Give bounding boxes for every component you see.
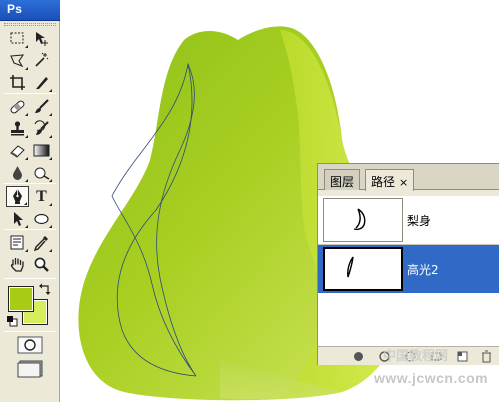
blur-tool[interactable] xyxy=(6,162,29,183)
swap-colors-icon[interactable] xyxy=(38,282,52,296)
hand-tool[interactable] xyxy=(6,254,29,275)
tab-paths[interactable]: 路径 × xyxy=(365,169,415,191)
path-item-pear-body[interactable]: 梨身 xyxy=(318,196,499,244)
notes-tool[interactable] xyxy=(6,232,29,253)
move-tool[interactable] xyxy=(30,28,53,49)
fill-path-icon[interactable] xyxy=(352,350,365,363)
magic-wand-tool[interactable] xyxy=(30,50,53,71)
path-thumbnail xyxy=(323,198,403,242)
path-name-highlight-2: 高光2 xyxy=(407,263,439,277)
gradient-tool-icon xyxy=(33,144,50,157)
eyedropper-tool-icon xyxy=(33,236,48,251)
eyedropper-tool[interactable] xyxy=(30,232,53,253)
toolbox: Ps T xyxy=(0,0,60,402)
magic-wand-tool-icon xyxy=(35,52,49,67)
eraser-tool[interactable] xyxy=(6,140,29,161)
slice-tool[interactable] xyxy=(30,72,53,93)
default-colors-icon[interactable] xyxy=(6,315,18,327)
tab-layers-label: 图层 xyxy=(330,175,355,189)
history-brush-tool[interactable] xyxy=(30,118,53,139)
path-item-highlight-2[interactable]: 高光2 xyxy=(318,245,499,293)
foreground-color-swatch[interactable] xyxy=(8,286,34,312)
clone-stamp-tool[interactable] xyxy=(6,118,29,139)
photoshop-logo[interactable]: Ps xyxy=(0,0,60,21)
shape-tool-icon xyxy=(34,213,49,225)
zoom-tool[interactable] xyxy=(30,254,53,275)
marquee-tool[interactable] xyxy=(6,28,29,49)
path-thumbnail xyxy=(323,247,403,291)
panel-tab-bar: 图层 路径 × xyxy=(318,164,499,191)
brush-tool-icon xyxy=(35,99,49,113)
pen-tool[interactable] xyxy=(6,186,29,207)
move-tool-icon xyxy=(36,32,48,46)
shape-tool[interactable] xyxy=(30,208,53,229)
dodge-tool-icon xyxy=(34,167,50,180)
path-selection-tool[interactable] xyxy=(6,208,29,229)
notes-tool-icon xyxy=(10,235,24,250)
brush-tool[interactable] xyxy=(30,96,53,117)
healing-brush-tool-icon xyxy=(10,100,25,114)
paths-panel: 图层 路径 × 梨身 高光2 xyxy=(317,163,499,365)
slice-tool-icon xyxy=(36,77,48,89)
watermark-text: www.jcwcn.com xyxy=(374,370,489,386)
eraser-tool-icon xyxy=(10,145,25,158)
hand-tool-icon xyxy=(10,257,24,272)
path-list: 梨身 高光2 xyxy=(318,196,499,346)
blur-tool-icon xyxy=(13,166,22,180)
gradient-tool[interactable] xyxy=(30,140,53,161)
path-selection-tool-icon xyxy=(14,212,23,226)
color-swatches xyxy=(0,282,60,330)
clone-stamp-tool-icon xyxy=(11,121,24,136)
path-name-pear-body: 梨身 xyxy=(407,214,432,228)
dodge-tool[interactable] xyxy=(30,162,53,183)
lasso-tool-icon xyxy=(10,54,25,68)
quick-mask-icon[interactable] xyxy=(17,336,43,354)
healing-brush-tool[interactable] xyxy=(6,96,29,117)
type-tool[interactable]: T xyxy=(30,186,53,207)
tab-paths-label: 路径 xyxy=(371,175,396,189)
type-tool-icon: T xyxy=(36,187,47,205)
watermark-logo: 中国教程网 xyxy=(383,349,449,364)
history-brush-tool-icon xyxy=(34,120,49,135)
crop-tool-icon xyxy=(10,75,25,90)
lasso-tool[interactable] xyxy=(6,50,29,71)
screen-mode-icon[interactable] xyxy=(17,360,43,378)
toolbox-grip[interactable] xyxy=(4,23,56,26)
close-icon[interactable]: × xyxy=(399,176,408,189)
zoom-tool-icon xyxy=(34,257,49,272)
app-badge: Ps xyxy=(7,2,23,16)
marquee-tool-icon xyxy=(10,32,24,44)
crop-tool[interactable] xyxy=(6,72,29,93)
tab-layers[interactable]: 图层 xyxy=(324,169,361,190)
